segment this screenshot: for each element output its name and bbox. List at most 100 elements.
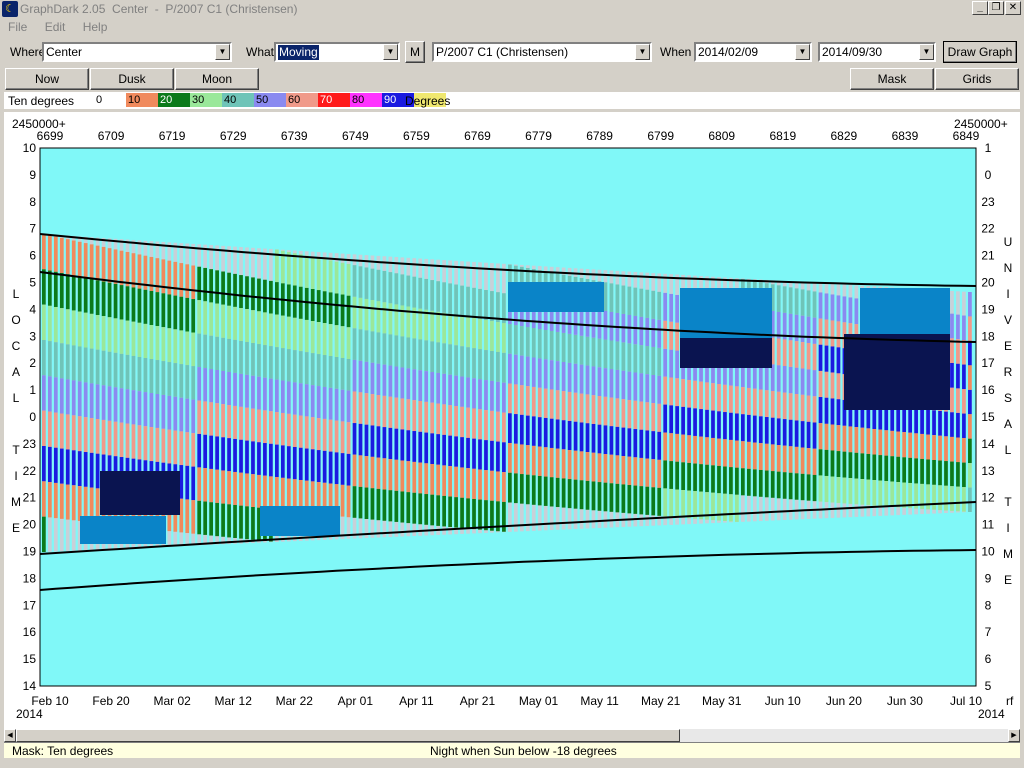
altitude-band — [173, 295, 178, 330]
altitude-band — [824, 423, 829, 450]
altitude-band — [143, 323, 148, 358]
altitude-band — [525, 356, 530, 387]
altitude-band — [245, 407, 249, 441]
altitude-band — [197, 333, 202, 368]
draw-graph-button[interactable]: Draw Graph — [943, 41, 1017, 63]
dusk-button[interactable]: Dusk — [90, 68, 174, 90]
altitude-band — [430, 464, 435, 495]
altitude-band — [119, 250, 124, 286]
start-date-select[interactable]: 2014/02/09 ▼ — [694, 42, 812, 62]
altitude-band — [71, 240, 76, 276]
menu-edit[interactable]: Edit — [45, 18, 66, 36]
altitude-band — [597, 309, 602, 339]
altitude-band — [364, 361, 369, 394]
scroll-right-icon[interactable]: ▶ — [1008, 729, 1020, 742]
altitude-band — [496, 471, 500, 502]
chevron-down-icon[interactable]: ▼ — [215, 44, 230, 60]
scroll-thumb[interactable] — [16, 729, 680, 742]
altitude-band — [824, 371, 829, 398]
altitude-band — [430, 341, 435, 373]
altitude-band — [776, 338, 781, 366]
altitude-band — [675, 406, 680, 434]
altitude-band — [322, 386, 327, 419]
top-tick-label: 6809 — [708, 129, 735, 143]
altitude-band — [364, 487, 369, 519]
altitude-band — [65, 344, 70, 380]
altitude-band — [746, 387, 751, 415]
scroll-left-icon[interactable]: ◀ — [4, 729, 16, 742]
altitude-band — [125, 389, 130, 424]
altitude-band — [227, 305, 231, 339]
altitude-band — [531, 475, 536, 505]
end-date-select[interactable]: 2014/09/30 ▼ — [818, 42, 936, 62]
altitude-band — [466, 498, 470, 529]
altitude-band — [717, 493, 721, 521]
menu-file[interactable]: File — [8, 18, 27, 36]
altitude-band — [310, 385, 315, 418]
status-bar: Mask: Ten degrees Night when Sun below -… — [4, 742, 1020, 758]
top-tick-label: 6849 — [953, 129, 980, 143]
moon-face-icon[interactable]: ☾ — [2, 1, 18, 17]
restore-button[interactable]: ❐ — [988, 1, 1004, 15]
what-select[interactable]: Moving ▼ — [274, 42, 400, 62]
now-button[interactable]: Now — [5, 68, 89, 90]
altitude-band — [585, 394, 590, 424]
altitude-band — [657, 347, 662, 376]
altitude-band — [800, 421, 805, 448]
altitude-band — [376, 488, 381, 521]
altitude-band — [280, 380, 285, 413]
grids-button[interactable]: Grids — [935, 68, 1019, 90]
altitude-band — [496, 411, 500, 442]
altitude-band — [591, 481, 596, 511]
altitude-band — [502, 352, 506, 383]
m-button[interactable]: M — [405, 41, 425, 63]
altitude-band — [442, 312, 447, 344]
altitude-band — [758, 416, 763, 444]
altitude-band — [191, 332, 196, 367]
mask-button[interactable]: Mask — [850, 68, 934, 90]
altitude-band — [645, 458, 650, 487]
close-button[interactable]: ✕ — [1005, 1, 1021, 15]
where-select[interactable]: Center ▼ — [42, 42, 232, 62]
chevron-down-icon[interactable]: ▼ — [795, 44, 810, 60]
moon-button[interactable]: Moon — [175, 68, 259, 90]
altitude-band — [263, 475, 267, 509]
altitude-band — [525, 415, 530, 446]
altitude-band — [663, 320, 668, 349]
altitude-band — [621, 427, 626, 457]
chevron-down-icon[interactable]: ▼ — [635, 44, 650, 60]
altitude-band — [400, 491, 405, 523]
altitude-band — [406, 461, 411, 493]
right-axis-title-char: M — [1003, 547, 1013, 561]
left-axis-tick: 16 — [23, 625, 37, 639]
altitude-band — [621, 484, 626, 513]
altitude-band — [257, 474, 261, 508]
altitude-band — [245, 374, 249, 408]
right-axis-tick: 0 — [985, 168, 992, 182]
object-select[interactable]: P/2007 C1 (Christensen) ▼ — [432, 42, 652, 62]
altitude-band — [723, 439, 727, 467]
altitude-band — [137, 391, 142, 426]
altitude-band — [436, 281, 441, 312]
altitude-band — [203, 368, 208, 402]
minimize-button[interactable]: _ — [972, 1, 988, 15]
altitude-band — [842, 451, 847, 478]
altitude-band — [800, 394, 805, 422]
altitude-band — [316, 290, 321, 323]
altitude-band — [430, 402, 435, 434]
altitude-band — [579, 480, 584, 510]
chevron-down-icon[interactable]: ▼ — [919, 44, 934, 60]
altitude-band — [597, 396, 602, 425]
altitude-band — [286, 446, 291, 479]
altitude-band — [663, 404, 668, 433]
horizontal-scrollbar[interactable]: ◀ ▶ — [4, 729, 1020, 742]
altitude-band — [460, 467, 464, 498]
altitude-band — [681, 434, 685, 463]
chevron-down-icon[interactable]: ▼ — [383, 44, 398, 60]
altitude-band — [370, 456, 375, 489]
altitude-band — [597, 424, 602, 454]
altitude-band — [938, 460, 942, 486]
altitude-band — [938, 410, 942, 436]
menu-help[interactable]: Help — [83, 18, 108, 36]
altitude-band — [382, 395, 387, 428]
